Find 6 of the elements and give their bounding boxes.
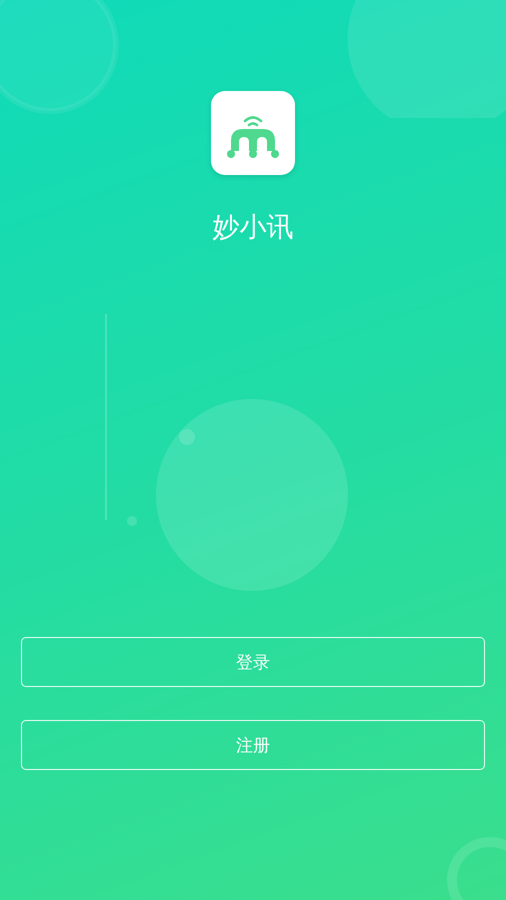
- app-name: 妙小讯: [212, 211, 294, 245]
- decor-dot: [127, 516, 137, 526]
- login-button[interactable]: 登录: [21, 637, 485, 687]
- decor-ring: [447, 837, 506, 900]
- decor-dot: [179, 429, 195, 445]
- register-button[interactable]: 注册: [21, 720, 485, 770]
